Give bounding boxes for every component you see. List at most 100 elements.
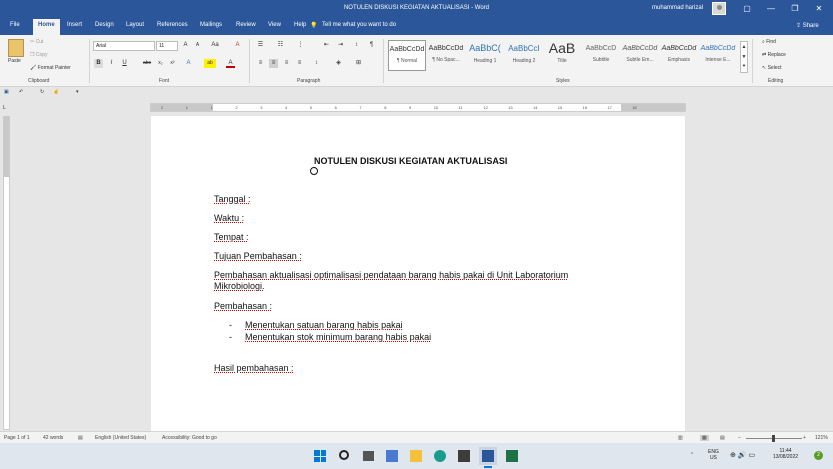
language-status[interactable]: English (United States)	[95, 435, 146, 441]
tab-review[interactable]: Review	[236, 22, 256, 28]
ribbon-display-options-button[interactable]: ▢	[736, 2, 758, 16]
font-name-box[interactable]: Arial	[93, 41, 155, 51]
tab-layout[interactable]: Layout	[126, 22, 144, 28]
bullets-button[interactable]: ☰	[256, 41, 265, 50]
tab-references[interactable]: References	[157, 22, 188, 28]
touch-mode-icon[interactable]: ☝	[53, 89, 59, 95]
restore-button[interactable]: ❐	[784, 2, 806, 16]
share-button[interactable]: ⇪ Share	[796, 22, 819, 29]
multilevel-list-button[interactable]: ⋮	[296, 41, 305, 50]
strikethrough-button[interactable]: abc	[140, 59, 154, 68]
windows-start-icon[interactable]	[314, 450, 326, 462]
print-layout-icon[interactable]: ▦	[700, 435, 709, 441]
copy-button[interactable]: ❐ Copy	[30, 52, 48, 58]
change-case-button[interactable]: Aa	[208, 41, 222, 50]
align-right-button[interactable]: ≡	[282, 59, 291, 68]
line-spacing-button[interactable]: ↕	[312, 59, 321, 68]
notification-badge[interactable]: 2	[814, 451, 823, 460]
tab-help[interactable]: Help	[294, 22, 306, 28]
zoom-level[interactable]: 121%	[815, 435, 828, 441]
superscript-button[interactable]: x²	[168, 59, 177, 68]
style-title[interactable]: AaB Title	[543, 40, 581, 71]
horizontal-ruler[interactable]: 2 1 1 2 3 4 5 6 7 8 9 10 11 12 13 14 15 16 17 18	[150, 103, 686, 112]
widgets-icon[interactable]	[386, 450, 398, 462]
tab-mailings[interactable]: Mailings	[200, 22, 222, 28]
tab-selector-icon[interactable]: L	[3, 105, 6, 111]
tell-me-search[interactable]: Tell me what you want to do	[322, 22, 396, 28]
close-button[interactable]: ✕	[808, 2, 830, 16]
hasil-heading[interactable]: Hasil pembahasan :	[214, 363, 294, 373]
save-icon[interactable]: ▣	[4, 89, 9, 95]
list-item[interactable]: Menentukan stok minimum barang habis pak…	[245, 332, 431, 342]
tab-view[interactable]: View	[268, 22, 281, 28]
language-indicator[interactable]: ENG US	[708, 449, 719, 461]
minimize-button[interactable]: —	[760, 2, 782, 16]
styles-scroll[interactable]: ▲ ▼ ⯆	[740, 41, 748, 73]
replace-button[interactable]: ⇄ Replace	[762, 52, 786, 58]
avatar[interactable]	[712, 2, 726, 15]
numbering-button[interactable]: ☷	[276, 41, 285, 50]
tab-design[interactable]: Design	[95, 22, 114, 28]
page-count[interactable]: Page 1 of 1	[4, 435, 30, 441]
increase-indent-button[interactable]: ⇥	[336, 41, 345, 50]
undo-icon[interactable]: ↶	[19, 89, 23, 95]
clear-formatting-button[interactable]: A	[233, 41, 242, 50]
style-intense-emphasis[interactable]: AaBbCcDd Intense E...	[699, 40, 737, 71]
style-emphasis[interactable]: AaBbCcDd Emphasis	[660, 40, 698, 71]
italic-button[interactable]: I	[107, 59, 116, 68]
text-effects-button[interactable]: A	[184, 59, 193, 68]
file-explorer-icon[interactable]	[410, 450, 422, 462]
font-color-button[interactable]: A	[226, 59, 235, 68]
word-icon[interactable]	[479, 447, 497, 465]
highlight-button[interactable]: ab	[204, 59, 216, 68]
rotation-handle-icon[interactable]	[310, 167, 318, 175]
document-title[interactable]: NOTULEN DISKUSI KEGIATAN AKTUALISASI	[314, 156, 507, 166]
justify-button[interactable]: ≡	[295, 59, 304, 68]
tempat-line[interactable]: Tempat :	[214, 232, 249, 242]
style-subtle-emphasis[interactable]: AaBbCcDd Subtle Em...	[621, 40, 659, 71]
tray-chevron-icon[interactable]: ⌃	[690, 452, 694, 458]
borders-button[interactable]: ⊞	[354, 59, 363, 68]
tab-insert[interactable]: Insert	[67, 22, 82, 28]
style-normal[interactable]: AaBbCcDd ¶ Normal	[388, 40, 426, 71]
tanggal-line[interactable]: Tanggal :	[214, 194, 251, 204]
list-item[interactable]: Menentukan satuan barang habis pakai	[245, 320, 403, 330]
web-layout-icon[interactable]: ▤	[720, 435, 725, 441]
vertical-ruler[interactable]	[3, 116, 10, 430]
tujuan-text[interactable]: Pembahasan aktualisasi optimalisasi pend…	[214, 270, 568, 280]
paste-icon[interactable]	[8, 39, 24, 57]
select-button[interactable]: ↖ Select	[762, 65, 782, 71]
excel-icon[interactable]	[506, 450, 518, 462]
shading-icon[interactable]: ◈	[334, 59, 343, 68]
edge-icon[interactable]	[434, 450, 446, 462]
font-size-box[interactable]: 11	[156, 41, 178, 51]
show-marks-button[interactable]: ¶	[367, 41, 376, 50]
paste-label[interactable]: Paste	[8, 58, 21, 64]
style-heading-2[interactable]: AaBbCcI Heading 2	[505, 40, 543, 71]
clock[interactable]: 11:44 13/08/2022	[773, 448, 798, 460]
style-subtitle[interactable]: AaBbCcD Subtitle	[582, 40, 620, 71]
find-button[interactable]: ⌕ Find	[762, 39, 776, 45]
align-left-button[interactable]: ≡	[256, 59, 265, 68]
tujuan-text-cont[interactable]: Mikrobiologi.	[214, 281, 265, 291]
tab-file[interactable]: File	[10, 22, 20, 28]
task-view-icon[interactable]	[363, 451, 374, 461]
zoom-slider-thumb[interactable]	[772, 435, 775, 442]
grow-font-button[interactable]: A	[181, 41, 190, 50]
tujuan-heading[interactable]: Tujuan Pembahasan :	[214, 251, 302, 261]
cut-button[interactable]: ✂ Cut	[30, 39, 43, 45]
decrease-indent-button[interactable]: ⇤	[322, 41, 331, 50]
style-no-spacing[interactable]: AaBbCcDd ¶ No Spac...	[427, 40, 465, 71]
proofing-icon[interactable]: ▤	[78, 435, 83, 441]
tab-home[interactable]: Home	[33, 19, 60, 35]
accessibility-status[interactable]: Accessibility: Good to go	[162, 435, 217, 441]
redo-icon[interactable]: ↻	[40, 89, 44, 95]
customize-qat-icon[interactable]: ▾	[76, 89, 79, 95]
shrink-font-button[interactable]: A	[193, 41, 202, 50]
user-name[interactable]: muhammad harizal	[652, 5, 703, 11]
align-center-button[interactable]: ≡	[269, 59, 278, 68]
network-sound-battery-icons[interactable]: ⊕ 🔊 ▭	[730, 451, 755, 459]
bold-button[interactable]: B	[94, 59, 103, 68]
style-heading-1[interactable]: AaBbC(Heading 1	[466, 40, 504, 71]
sort-button[interactable]: ↕	[352, 41, 361, 50]
